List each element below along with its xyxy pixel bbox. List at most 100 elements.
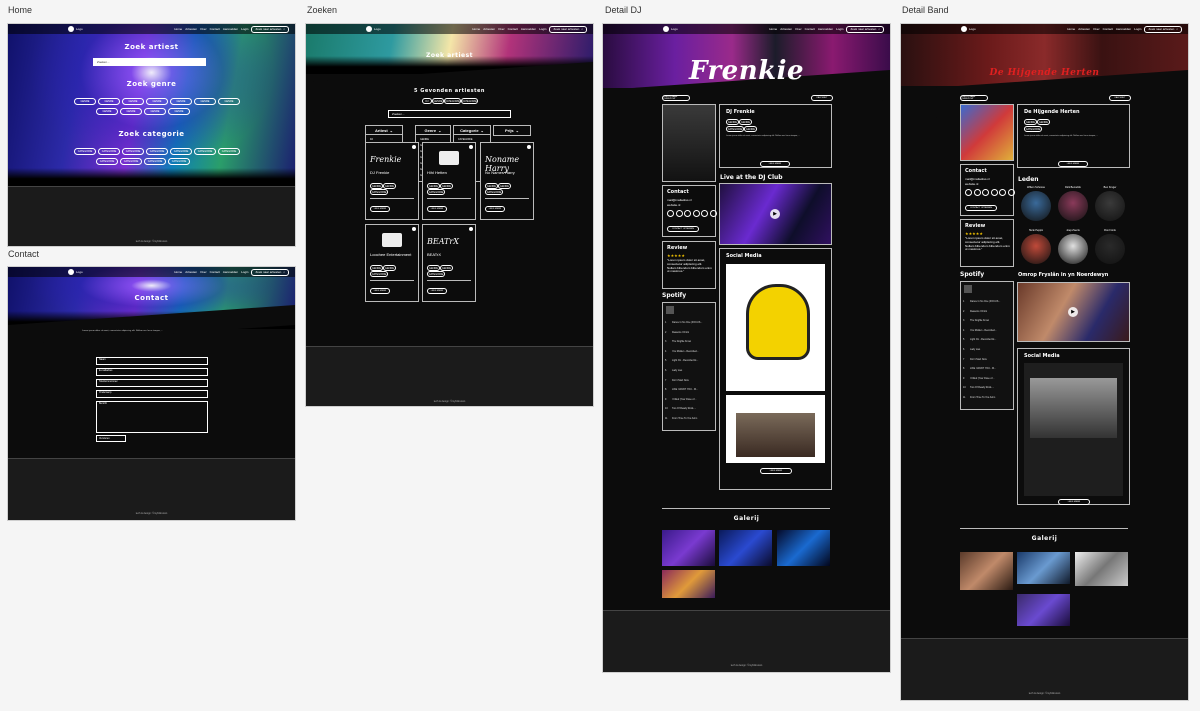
nav-home[interactable]: Home (472, 27, 480, 31)
read-more-button[interactable]: LEES MEER (1058, 161, 1088, 167)
nav-search-input[interactable]: Zoek naar artiesten ⌕ (251, 268, 289, 276)
member-avatar[interactable] (1095, 234, 1125, 264)
logo[interactable] (663, 26, 669, 32)
gallery-image[interactable] (1017, 594, 1070, 626)
member-avatar[interactable] (1058, 191, 1088, 221)
live-video[interactable]: ▶ (719, 183, 832, 245)
nav-home[interactable]: Home (1067, 27, 1075, 31)
categorie-chip[interactable]: CATEGORIE (370, 189, 388, 195)
heart-icon[interactable] (412, 227, 416, 231)
track-title[interactable]: Two Of Ready Rock-... (672, 407, 710, 410)
member-avatar[interactable] (1095, 191, 1125, 221)
nav-login[interactable]: Login (241, 27, 248, 31)
nav-login[interactable]: Login (241, 270, 248, 274)
categorie-chip[interactable]: CATEGORIE (485, 189, 503, 195)
nav-contact[interactable]: Contact (805, 27, 815, 31)
nav-artiesten[interactable]: Artiesten (185, 27, 197, 31)
nav-search-input[interactable]: Zoek naar artiesten ⌕ (846, 25, 884, 33)
genre-chip[interactable]: GENRE (218, 98, 240, 105)
spotify-player[interactable]: 1 Dance In No One (FOCUS... 2 Reasons I Dri… (960, 281, 1014, 410)
youtube-icon[interactable] (684, 210, 691, 217)
logo[interactable] (366, 26, 372, 32)
facebook-icon[interactable] (965, 189, 972, 196)
track-title[interactable]: Lady Lies (672, 369, 710, 372)
categorie-chip[interactable]: CATEGORIE (144, 158, 166, 165)
member-avatar[interactable] (1021, 191, 1051, 221)
nav-aanmelden[interactable]: Aanmelden (818, 27, 833, 31)
play-icon[interactable]: ▶ (770, 209, 780, 219)
submit-button[interactable]: Versturen (96, 435, 126, 442)
read-more-button[interactable]: LEES MEER (427, 206, 447, 212)
nav-contact[interactable]: Contact (508, 27, 518, 31)
spotify-icon[interactable] (701, 210, 708, 217)
filter-dropdown-prijs[interactable]: Prijs ⌄ (493, 125, 531, 136)
categorie-chip[interactable]: CATEGORIE (427, 189, 445, 195)
contact-button[interactable]: CONTACT OPNEMEN (667, 226, 699, 232)
genre-chip[interactable]: GENRE (1037, 119, 1050, 125)
phone-field[interactable]: Telefoonnummer (96, 379, 208, 387)
artist-card[interactable]: Noname Harry No Names Harry GENRE GENRE CATE… (480, 142, 534, 220)
track-title[interactable]: Dance In No One (FOCUS... (672, 321, 710, 324)
back-button[interactable]: TERUG NAAR OVERZICHT (960, 95, 988, 101)
gallery-image[interactable] (719, 530, 772, 566)
twitter-icon[interactable] (675, 210, 683, 217)
categorie-chip[interactable]: CATEGORIE (370, 271, 388, 277)
track-title[interactable]: Reasons I Drink (672, 331, 710, 334)
genre-chip[interactable]: GENRE (146, 98, 168, 105)
gallery-image[interactable] (777, 530, 830, 566)
track-title[interactable]: Don't Start Now (672, 379, 710, 382)
categorie-chip[interactable]: CATEGORIE (194, 148, 216, 155)
soundcloud-icon[interactable] (709, 210, 717, 217)
nav-artiesten[interactable]: Artiesten (185, 270, 197, 274)
dropdown-option[interactable]: GENRE (420, 138, 429, 141)
nav-aanmelden[interactable]: Aanmelden (223, 270, 238, 274)
heart-icon[interactable] (469, 145, 473, 149)
categorie-chip[interactable]: CATEGORIE (218, 148, 240, 155)
categorie-chip[interactable]: CATEGORIE (168, 158, 190, 165)
nav-contact[interactable]: Contact (210, 27, 220, 31)
logo[interactable] (68, 269, 74, 275)
twitter-post[interactable] (726, 395, 825, 463)
facebook-post[interactable] (1024, 363, 1123, 496)
nav-over[interactable]: Over (795, 27, 802, 31)
genre-chip[interactable]: GENRE (744, 126, 757, 132)
nav-over[interactable]: Over (1093, 27, 1100, 31)
read-more-button[interactable]: LEES MEER (427, 288, 447, 294)
contact-email[interactable]: mail@mailadres.nl (965, 177, 990, 181)
nav-aanmelden[interactable]: Aanmelden (223, 27, 238, 31)
nav-login[interactable]: Login (539, 27, 546, 31)
track-title[interactable]: From Time To You Anim (970, 396, 1008, 399)
nav-search-input[interactable]: Zoek naar artiesten ⌕ (549, 25, 587, 33)
track-title[interactable]: Light On - Recorded At... (672, 359, 710, 362)
member-avatar[interactable] (1021, 234, 1051, 264)
track-title[interactable]: Two Of Ready Rock-... (970, 386, 1008, 389)
favorite-button[interactable]: FAVORIET (811, 95, 833, 101)
read-more-button[interactable]: LEES MEER (370, 206, 390, 212)
genre-chip[interactable]: GENRE (144, 108, 166, 115)
nav-over[interactable]: Over (200, 270, 207, 274)
logo[interactable] (68, 26, 74, 32)
nav-over[interactable]: Over (498, 27, 505, 31)
soundcloud-icon[interactable] (1007, 189, 1015, 196)
artist-card[interactable]: Hihl Hetten GENRE GENRE CATEGORIE LEES MEER (422, 142, 476, 220)
filter-chip[interactable]: GENRE (432, 98, 444, 104)
artist-card[interactable]: BEATrX BEATrX GENRE GENRE CATEGORIE LEES MEER (422, 224, 476, 302)
track-title[interactable]: Don't Start Now (970, 358, 1008, 361)
genre-chip[interactable]: GENRE (1024, 119, 1037, 125)
nav-artiesten[interactable]: Artiesten (483, 27, 495, 31)
nav-home[interactable]: Home (769, 27, 777, 31)
track-title[interactable]: You Ridden - Recorded... (970, 329, 1008, 332)
track-title[interactable]: LIKE I WANT YOU - M... (672, 388, 710, 391)
artist-card[interactable]: Loochee Entertainment GENRE GENRE CATEGORIE… (365, 224, 419, 302)
instagram-icon[interactable] (990, 189, 998, 196)
nav-home[interactable]: Home (174, 270, 182, 274)
dropdown-option[interactable]: CATEGORIE (458, 138, 473, 141)
youtube-icon[interactable] (982, 189, 989, 196)
social-more-button[interactable]: LEES MEER (760, 468, 792, 474)
band-video[interactable]: ▶ (1017, 282, 1130, 342)
filter-chip-dj[interactable]: DJ (422, 98, 432, 104)
nav-artiesten[interactable]: Artiesten (1078, 27, 1090, 31)
gallery-image[interactable] (1017, 552, 1070, 584)
email-field[interactable]: E-mailadres (96, 368, 208, 376)
read-more-button[interactable]: LEES MEER (370, 288, 390, 294)
